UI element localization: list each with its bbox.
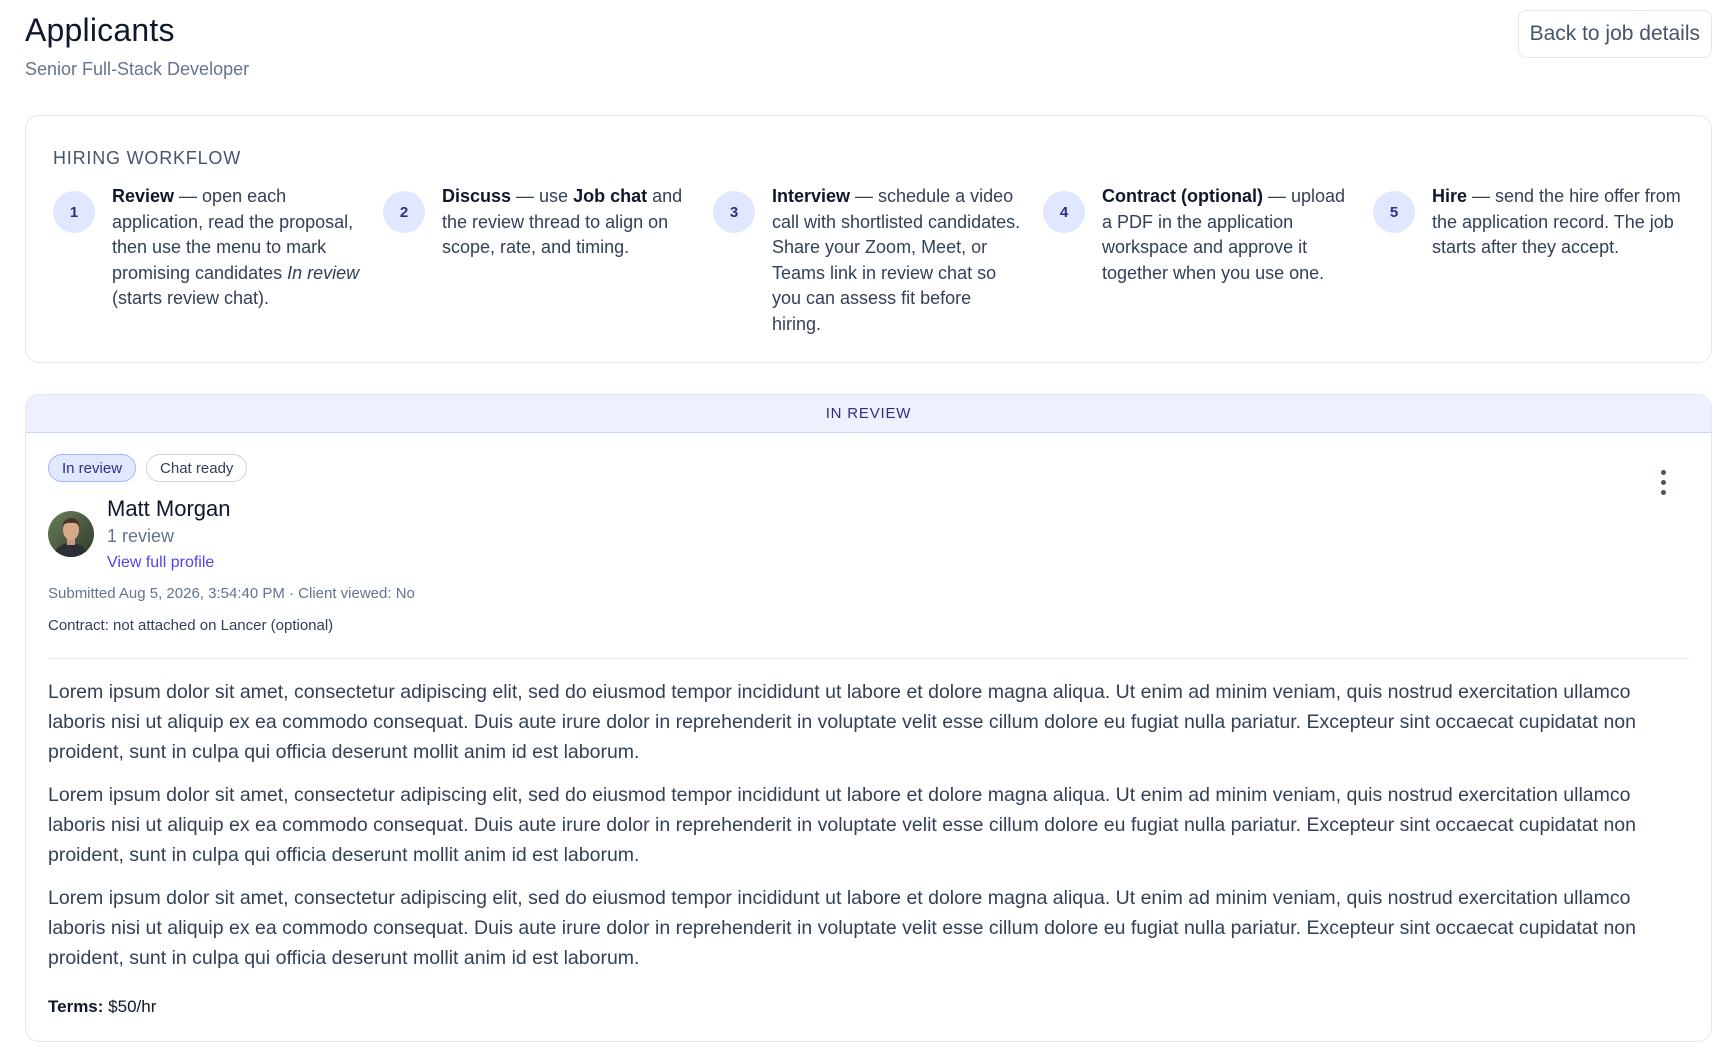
proposal-paragraph: Lorem ipsum dolor sit amet, consectetur … bbox=[48, 784, 1636, 866]
submission-info: Submitted Aug 5, 2026, 3:54:40 PM · Clie… bbox=[48, 585, 415, 602]
step-description: Hire — send the hire offer from the appl… bbox=[1432, 184, 1684, 337]
workflow-step-review: 1 Review — open each application, read t… bbox=[53, 184, 383, 337]
proposal-text: Lorem ipsum dolor sit amet, consectetur … bbox=[48, 677, 1688, 986]
step-number: 1 bbox=[53, 191, 95, 233]
step-text: — send the hire offer from the applicati… bbox=[1432, 186, 1681, 257]
step-name: Review bbox=[112, 186, 175, 206]
workflow-step-hire: 5 Hire — send the hire offer from the ap… bbox=[1373, 184, 1703, 337]
terms-label: Terms: bbox=[48, 997, 104, 1016]
step-number: 2 bbox=[383, 191, 425, 233]
more-vertical-icon[interactable] bbox=[1651, 467, 1675, 497]
step-name: Contract (optional) bbox=[1102, 186, 1263, 206]
status-badges: In review Chat ready bbox=[48, 454, 248, 482]
terms-value: $50/hr bbox=[103, 997, 157, 1016]
applicant-name: Matt Morgan bbox=[107, 496, 231, 521]
workflow-steps: 1 Review — open each application, read t… bbox=[53, 184, 1703, 337]
page: Applicants Senior Full-Stack Developer B… bbox=[25, 0, 1712, 1042]
step-tail: (starts review chat). bbox=[112, 288, 270, 308]
workflow-step-contract: 4 Contract (optional) — upload a PDF in … bbox=[1043, 184, 1373, 337]
step-bold: Job chat bbox=[573, 186, 648, 206]
step-emphasis: In review bbox=[287, 262, 360, 283]
step-name: Interview bbox=[772, 186, 851, 206]
workflow-step-interview: 3 Interview — schedule a video call with… bbox=[713, 184, 1043, 337]
page-subtitle: Senior Full-Stack Developer bbox=[25, 59, 250, 79]
step-number: 4 bbox=[1043, 191, 1085, 233]
step-name: Discuss bbox=[442, 186, 512, 206]
proposal-paragraph: Lorem ipsum dolor sit amet, consectetur … bbox=[48, 887, 1636, 969]
in-review-section: IN REVIEW In review Chat ready Matt Morg… bbox=[25, 394, 1712, 1042]
back-to-job-details-button[interactable]: Back to job details bbox=[1517, 10, 1712, 58]
step-description: Discuss — use Job chat and the review th… bbox=[442, 184, 694, 337]
status-badge-in-review: In review bbox=[48, 454, 137, 482]
page-header: Applicants Senior Full-Stack Developer B… bbox=[25, 0, 1712, 100]
divider bbox=[48, 658, 1689, 659]
status-badge-chat-ready: Chat ready bbox=[146, 454, 248, 482]
contract-status: Contract: not attached on Lancer (option… bbox=[48, 617, 334, 634]
avatar bbox=[48, 511, 94, 557]
step-text: — schedule a video call with shortlisted… bbox=[772, 186, 1021, 334]
step-description: Contract (optional) — upload a PDF in th… bbox=[1102, 184, 1354, 337]
step-number: 3 bbox=[713, 191, 755, 233]
section-header: IN REVIEW bbox=[26, 395, 1711, 433]
review-count: 1 review bbox=[107, 526, 175, 546]
step-description: Interview — schedule a video call with s… bbox=[772, 184, 1024, 337]
proposal-paragraph: Lorem ipsum dolor sit amet, consectetur … bbox=[48, 681, 1636, 763]
view-full-profile-link[interactable]: View full profile bbox=[107, 554, 214, 572]
hiring-workflow-panel: HIRING WORKFLOW 1 Review — open each app… bbox=[25, 115, 1712, 363]
terms: Terms: $50/hr bbox=[48, 997, 156, 1017]
workflow-title: HIRING WORKFLOW bbox=[53, 148, 241, 168]
step-description: Review — open each application, read the… bbox=[112, 184, 364, 337]
workflow-step-discuss: 2 Discuss — use Job chat and the review … bbox=[383, 184, 713, 337]
page-title: Applicants bbox=[25, 12, 175, 48]
step-name: Hire bbox=[1432, 186, 1468, 206]
step-number: 5 bbox=[1373, 191, 1415, 233]
step-text-pre: — use bbox=[511, 186, 574, 206]
